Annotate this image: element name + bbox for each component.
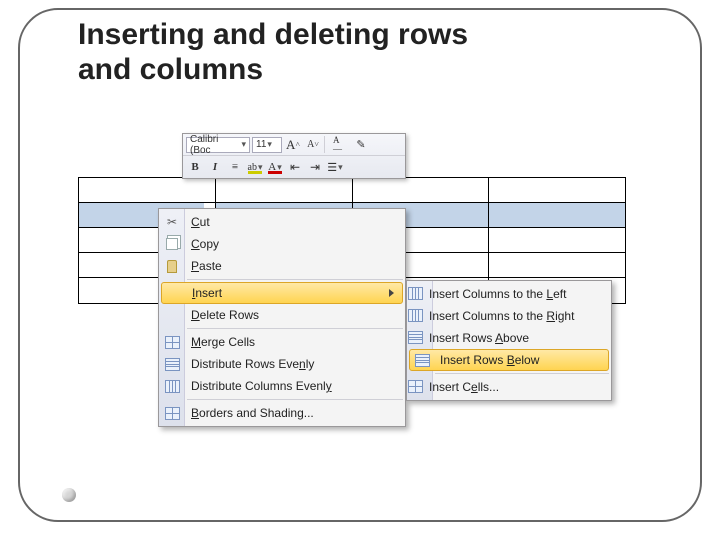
font-size-value: 11 <box>256 139 266 150</box>
submenu-cells-label: Insert Cells... <box>429 380 499 394</box>
merge-icon <box>164 334 180 350</box>
increase-indent-icon: ⇥ <box>310 160 320 175</box>
decrease-indent-button[interactable]: ⇤ <box>286 159 304 176</box>
bullets-button[interactable]: ☰▾ <box>326 159 344 176</box>
increase-indent-button[interactable]: ⇥ <box>306 159 324 176</box>
insert-cols-right-icon <box>407 307 423 323</box>
copy-icon <box>164 236 180 252</box>
dropdown-icon: ▾ <box>338 162 343 173</box>
borders-icon <box>164 405 180 421</box>
styles-button[interactable]: A— <box>324 136 350 153</box>
menu-distribute-rows-label: Distribute Rows Evenly <box>191 357 314 371</box>
scissors-icon <box>164 214 180 230</box>
grow-font-button[interactable]: A˄ <box>284 136 302 153</box>
menu-distribute-cols-label: Distribute Columns Evenly <box>191 379 332 393</box>
submenu-insert-cells[interactable]: Insert Cells... <box>407 376 611 398</box>
menu-cut[interactable]: Cut <box>159 211 405 233</box>
bullet-dot <box>62 488 76 502</box>
menu-separator <box>187 328 403 329</box>
menu-delete-rows-label: Delete Rows <box>191 308 259 322</box>
menu-copy[interactable]: Copy <box>159 233 405 255</box>
align-center-icon: ≡ <box>232 161 238 173</box>
align-center-button[interactable]: ≡ <box>226 159 244 176</box>
submenu-arrow-icon <box>389 289 394 297</box>
title-line-1: Inserting and deleting rows <box>78 18 468 53</box>
submenu-insert-cols-left[interactable]: Insert Columns to the Left <box>407 283 611 305</box>
format-painter-button[interactable]: ✎ <box>352 136 370 153</box>
menu-cut-label: Cut <box>191 215 210 229</box>
shrink-font-button[interactable]: A˅ <box>304 136 322 153</box>
distribute-cols-icon <box>164 378 180 394</box>
highlight-color-button[interactable]: ab ▾ <box>246 159 264 176</box>
submenu-insert-rows-below[interactable]: Insert Rows Below <box>409 349 609 371</box>
menu-distribute-rows[interactable]: Distribute Rows Evenly <box>159 353 405 375</box>
italic-button[interactable]: I <box>206 159 224 176</box>
menu-borders-shading[interactable]: Borders and Shading... <box>159 402 405 424</box>
table-cell <box>216 178 353 202</box>
menu-insert-label: Insert <box>192 286 222 300</box>
menu-borders-label: Borders and Shading... <box>191 406 314 420</box>
submenu-rows-above-label: Insert Rows Above <box>429 331 529 345</box>
slide-title: Inserting and deleting rows and columns <box>78 18 468 87</box>
menu-merge-cells[interactable]: Merge Cells <box>159 331 405 353</box>
insert-cells-icon <box>407 378 423 394</box>
table-cell <box>489 203 625 227</box>
decrease-indent-icon: ⇤ <box>290 160 300 175</box>
submenu-cols-left-label: Insert Columns to the Left <box>429 287 566 301</box>
menu-delete-rows[interactable]: Delete Rows <box>159 304 405 326</box>
title-line-2: and columns <box>78 53 468 88</box>
context-menu: Cut Copy Paste Insert Delete Rows Merge … <box>158 208 406 427</box>
table-cell <box>489 178 625 202</box>
styles-icon: A— <box>333 136 342 154</box>
font-name-combo[interactable]: Calibri (Boc▾ <box>186 137 250 153</box>
font-size-combo[interactable]: 11▾ <box>252 137 282 153</box>
table-row <box>79 178 625 203</box>
paintbrush-icon: ✎ <box>356 138 365 151</box>
menu-separator <box>187 279 403 280</box>
menu-distribute-cols[interactable]: Distribute Columns Evenly <box>159 375 405 397</box>
menu-copy-label: Copy <box>191 237 219 251</box>
dropdown-icon: ▾ <box>241 139 246 150</box>
table-cell <box>489 253 625 277</box>
distribute-rows-icon <box>164 356 180 372</box>
submenu-insert-cols-right[interactable]: Insert Columns to the Right <box>407 305 611 327</box>
menu-paste-label: Paste <box>191 259 222 273</box>
menu-merge-label: Merge Cells <box>191 335 255 349</box>
dropdown-icon: ▾ <box>267 139 272 150</box>
table-cell <box>79 178 216 202</box>
bullets-icon: ☰ <box>327 161 337 174</box>
font-name-value: Calibri (Boc <box>190 134 240 156</box>
table-cell <box>353 178 490 202</box>
menu-paste[interactable]: Paste <box>159 255 405 277</box>
submenu-cols-right-label: Insert Columns to the Right <box>429 309 574 323</box>
insert-cols-left-icon <box>407 285 423 301</box>
table-cell <box>489 228 625 252</box>
paste-icon <box>164 258 180 274</box>
menu-insert[interactable]: Insert <box>161 282 403 304</box>
submenu-insert-rows-above[interactable]: Insert Rows Above <box>407 327 611 349</box>
menu-separator <box>435 373 609 374</box>
insert-submenu: Insert Columns to the Left Insert Column… <box>406 280 612 401</box>
insert-rows-above-icon <box>407 329 423 345</box>
submenu-rows-below-label: Insert Rows Below <box>440 353 539 367</box>
menu-separator <box>187 399 403 400</box>
bold-button[interactable]: B <box>186 159 204 176</box>
font-color-button[interactable]: A ▾ <box>266 159 284 176</box>
mini-format-toolbar[interactable]: Calibri (Boc▾ 11▾ A˄ A˅ A— ✎ B I ≡ ab ▾ … <box>182 133 406 179</box>
insert-rows-below-icon <box>414 352 430 368</box>
